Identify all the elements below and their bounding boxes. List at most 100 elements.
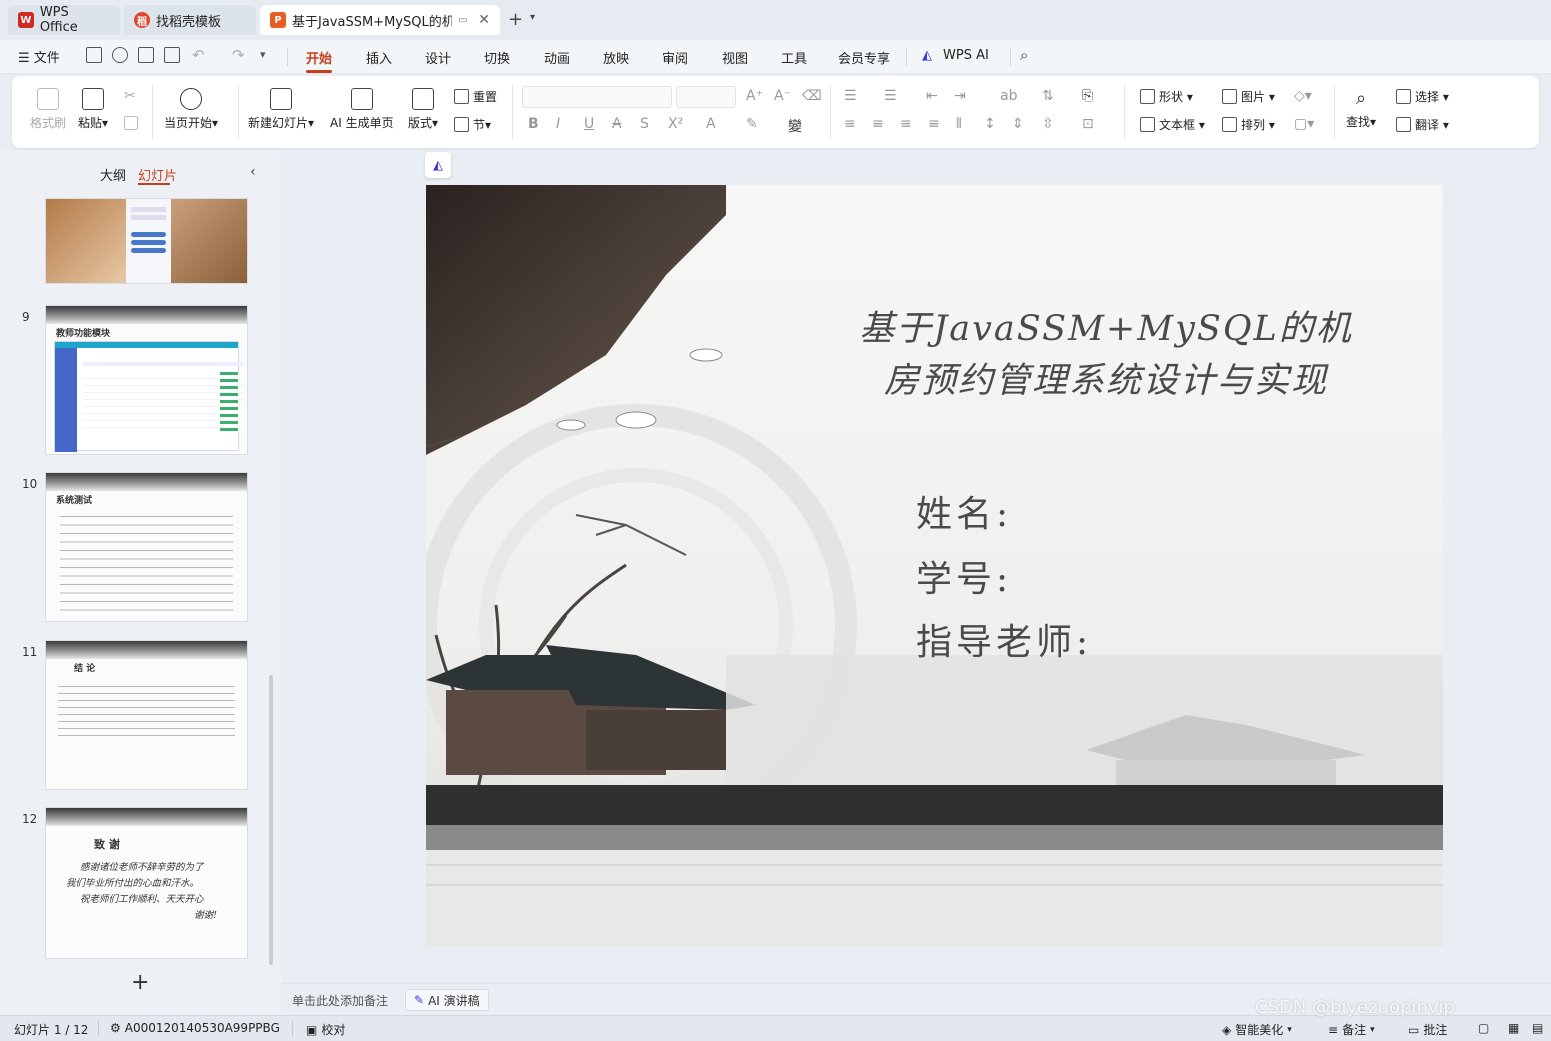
shape-button[interactable]: 形状 ▾ [1140, 88, 1193, 105]
new-tab-icon[interactable]: + [508, 9, 523, 30]
print-preview-icon[interactable] [164, 47, 180, 63]
shadow-text-icon[interactable]: S [640, 116, 649, 132]
proofread-button[interactable]: ▣ 校对 [306, 1021, 345, 1038]
columns-icon[interactable]: ⫴ [956, 116, 962, 132]
ai-single-slide-button[interactable]: AI 生成单页 [330, 88, 394, 131]
slide-field-student-id[interactable]: 学号: [916, 550, 1012, 602]
select-button[interactable]: 选择 ▾ [1396, 88, 1449, 105]
slide-sorter-icon[interactable]: ▦ [1508, 1021, 1519, 1035]
play-from-current-button[interactable]: 当页开始▾ [164, 88, 218, 131]
superscript-icon[interactable]: X² [668, 116, 683, 132]
collapse-panel-icon[interactable]: ‹ [250, 164, 256, 180]
increase-font-icon[interactable]: A⁺ [746, 88, 763, 104]
redo-icon[interactable]: ↷ [232, 46, 245, 64]
copy-icon[interactable] [124, 116, 138, 130]
menu-home[interactable]: 开始 [306, 48, 332, 67]
ai-assistant-float-icon[interactable]: ◭ [425, 152, 451, 178]
clear-format-icon[interactable]: ⌫ [802, 88, 822, 104]
bold-icon[interactable]: B [528, 116, 539, 132]
paragraph-spacing-icon[interactable]: ⇕ [1012, 116, 1024, 132]
line-spacing-icon[interactable]: ↕ [984, 116, 996, 132]
menu-view[interactable]: 视图 [722, 48, 748, 67]
format-painter-button[interactable]: 格式刷 [30, 88, 66, 131]
close-icon[interactable]: ✕ [478, 12, 490, 28]
slide-field-teacher[interactable]: 指导老师: [916, 613, 1092, 665]
tab-current-document[interactable]: P 基于JavaSSM+MySQL的机房 ▭ ✕ [260, 5, 500, 35]
slide-thumbnail-12[interactable]: 致 谢 感谢诸位老师不辞辛劳的为了 我们毕业所付出的心血和汗水。 祝老师们工作顺… [45, 807, 248, 959]
tab-docer[interactable]: 稻 找稻壳模板 [124, 5, 256, 35]
decrease-font-icon[interactable]: A⁻ [774, 88, 791, 104]
text-box-align-icon[interactable]: ⊡ [1082, 116, 1094, 132]
arrange-button[interactable]: 排列 ▾ [1222, 116, 1275, 133]
doc-id[interactable]: ⚙ A000120140530A99PPBG [110, 1021, 280, 1035]
comments-button[interactable]: ▭ 批注 [1408, 1021, 1447, 1038]
convert-icon[interactable]: ⎘ [1082, 88, 1093, 104]
smart-beautify-button[interactable]: ◈ 智能美化 ▾ [1222, 1021, 1292, 1038]
notes-toggle-button[interactable]: ≡ 备注 ▾ [1328, 1021, 1375, 1038]
reset-button[interactable]: 重置 [454, 88, 497, 105]
slide-thumbnail-10[interactable]: 系统测试 [45, 472, 248, 622]
menu-review[interactable]: 审阅 [662, 48, 688, 67]
numbering-icon[interactable]: ☰ [884, 88, 897, 104]
menu-transition[interactable]: 切换 [484, 48, 510, 67]
ai-speech-button[interactable]: ✎ AI 演讲稿 [405, 989, 489, 1011]
new-slide-button[interactable]: 新建幻灯片▾ [248, 88, 314, 131]
slide-1[interactable]: 基于JavaSSM+MySQL的机 房预约管理系统设计与实现 姓名: 学号: 指… [426, 185, 1443, 947]
file-menu[interactable]: ☰ 文件 [18, 47, 60, 66]
menu-tools[interactable]: 工具 [781, 48, 807, 67]
slide-thumbnail-9[interactable]: 教师功能模块 [45, 305, 248, 455]
menu-animation[interactable]: 动画 [544, 48, 570, 67]
font-size-select[interactable] [676, 86, 736, 108]
font-color-icon[interactable]: A [706, 116, 716, 132]
panel-scrollbar[interactable] [269, 675, 273, 965]
normal-view-icon[interactable]: ▢ [1478, 1021, 1489, 1035]
new-file-icon[interactable] [86, 47, 102, 63]
slide-thumbnail-8[interactable] [45, 198, 248, 284]
search-doc-icon[interactable] [112, 47, 128, 63]
outline-color-icon[interactable]: ▢▾ [1294, 116, 1314, 132]
font-family-select[interactable] [522, 86, 672, 108]
picture-button[interactable]: 图片 ▾ [1222, 88, 1275, 105]
chevron-down-icon[interactable]: ▾ [530, 12, 535, 23]
tab-outline[interactable]: 大纲 [100, 165, 126, 184]
menu-slideshow[interactable]: 放映 [603, 48, 629, 67]
paste-button[interactable]: 粘贴▾ [78, 88, 108, 131]
strikethrough-icon[interactable]: A [612, 116, 622, 132]
justify-icon[interactable]: ≡ [928, 116, 940, 132]
align-center-icon[interactable]: ≡ [872, 116, 884, 132]
align-right-icon[interactable]: ≡ [900, 116, 912, 132]
align-left-icon[interactable]: ≡ [844, 116, 856, 132]
menu-insert[interactable]: 插入 [366, 48, 392, 67]
tab-wps-office[interactable]: W WPS Office [8, 5, 120, 35]
print-icon[interactable] [138, 47, 154, 63]
textbox-button[interactable]: 文本框 ▾ [1140, 116, 1205, 133]
vertical-align-icon[interactable]: ⇳ [1042, 116, 1054, 132]
layout-button[interactable]: 版式▾ [408, 88, 438, 131]
undo-icon[interactable]: ↶ [192, 46, 205, 64]
cut-icon[interactable]: ✂ [124, 88, 136, 104]
slide-thumbnail-11[interactable]: 结 论 [45, 640, 248, 790]
reading-view-icon[interactable]: ▤ [1532, 1021, 1543, 1035]
slide-field-name[interactable]: 姓名: [916, 485, 1012, 537]
highlight-icon[interactable]: ✎ [746, 116, 758, 132]
underline-icon[interactable]: U [584, 116, 594, 132]
increase-indent-icon[interactable]: ⇥ [954, 88, 966, 104]
section-button[interactable]: 节▾ [454, 116, 491, 133]
search-icon[interactable]: ⌕ [1020, 46, 1028, 64]
sort-icon[interactable]: ⇅ [1042, 88, 1054, 104]
bullets-icon[interactable]: ☰ [844, 88, 857, 104]
add-slide-icon[interactable]: + [131, 970, 149, 995]
menu-design[interactable]: 设计 [425, 48, 451, 67]
decrease-indent-icon[interactable]: ⇤ [926, 88, 938, 104]
translate-button[interactable]: 翻译 ▾ [1396, 116, 1449, 133]
menu-wps-ai[interactable]: WPS AI [943, 48, 989, 63]
char-spacing-icon[interactable]: 變 [788, 116, 802, 136]
notes-placeholder[interactable]: 单击此处添加备注 [292, 992, 388, 1009]
menu-member[interactable]: 会员专享 [838, 48, 890, 67]
quick-more-icon[interactable]: ▾ [260, 48, 266, 61]
fill-color-icon[interactable]: ◇▾ [1294, 88, 1312, 104]
text-direction-icon[interactable]: ab [1000, 88, 1017, 104]
slide-title[interactable]: 基于JavaSSM+MySQL的机 房预约管理系统设计与实现 [826, 303, 1386, 407]
italic-icon[interactable]: I [556, 116, 560, 132]
tab-slides[interactable]: 幻灯片 [138, 165, 177, 184]
